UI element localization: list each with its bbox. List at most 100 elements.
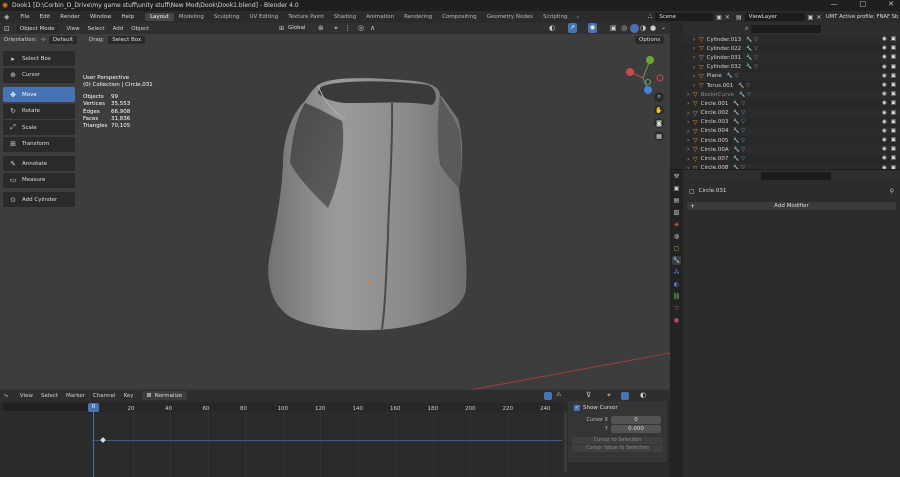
render-camera-icon[interactable]: ▣ <box>891 82 896 88</box>
visibility-eye-icon[interactable]: ◉ <box>882 110 887 116</box>
visibility-eye-icon[interactable]: ◉ <box>882 119 887 125</box>
properties-search-input[interactable] <box>761 171 831 180</box>
modifier-icon[interactable]: 🔧 ▽ <box>734 147 746 153</box>
show-cursor-checkbox[interactable]: ✓ <box>574 405 580 411</box>
tool-measure[interactable]: ▭ Measure <box>3 172 75 188</box>
outliner-row[interactable]: › ▽ Circle.003 🔧 ▽ ◉ ▣ <box>683 118 900 127</box>
render-tab-icon[interactable]: ▣ <box>672 184 681 193</box>
visibility-eye-icon[interactable]: ◉ <box>882 54 887 60</box>
modifier-icon[interactable]: 🔧 ▽ <box>739 92 751 98</box>
render-camera-icon[interactable]: ▣ <box>891 100 896 106</box>
outliner-row[interactable]: › ▽ Circle.005 🔧 ▽ ◉ ▣ <box>683 136 900 145</box>
camera-icon[interactable]: ◙ <box>654 118 664 128</box>
pan-hand-icon[interactable]: ✋ <box>654 105 664 115</box>
timeline-search-input[interactable] <box>3 403 91 411</box>
expand-arrow-icon[interactable]: › <box>687 128 689 135</box>
tab-modeling[interactable]: Modeling <box>174 13 209 21</box>
tab-animation[interactable]: Animation <box>361 13 399 21</box>
outliner-row[interactable]: › ▽ Circle.007 🔧 ▽ ◉ ▣ <box>683 154 900 163</box>
cursor-value-to-selection-button[interactable]: Cursor Value to Selection <box>572 445 663 452</box>
modifier-icon[interactable]: 🔧 ▽ <box>746 46 758 52</box>
outliner-row[interactable]: › ▽ Circle.008 🔧 ▽ ◉ ▣ <box>683 163 900 169</box>
tab-shading[interactable]: Shading <box>329 13 361 21</box>
visibility-eye-icon[interactable]: ◉ <box>882 45 887 51</box>
expand-arrow-icon[interactable]: › <box>693 82 695 89</box>
render-camera-icon[interactable]: ▣ <box>891 155 896 161</box>
new-scene-icon[interactable]: ▣ <box>716 14 722 21</box>
maximize-button[interactable]: □ <box>860 0 867 8</box>
visibility-eye-icon[interactable]: ◉ <box>882 137 887 143</box>
render-camera-icon[interactable]: ▣ <box>891 146 896 152</box>
scene-selector[interactable]: Scene <box>655 13 714 21</box>
vest-mesh[interactable] <box>268 78 467 331</box>
visibility-eye-icon[interactable]: ◉ <box>882 155 887 161</box>
render-camera-icon[interactable]: ▣ <box>891 165 896 169</box>
outliner-row[interactable]: › ▽ Circle.002 🔧 ▽ ◉ ▣ <box>683 108 900 118</box>
object-tab-icon[interactable]: ▢ <box>672 244 681 253</box>
modifier-icon[interactable]: 🔧 ▽ <box>733 101 745 107</box>
expand-arrow-icon[interactable]: › <box>693 45 695 52</box>
cursor-y-field[interactable]: 0.000 <box>611 425 661 433</box>
tab-sculpting[interactable]: Sculpting <box>209 13 245 21</box>
timeline-menu-select[interactable]: Select <box>37 393 62 399</box>
tool-rotate[interactable]: ↻ Rotate <box>3 103 75 119</box>
render-camera-icon[interactable]: ▣ <box>891 110 896 116</box>
expand-arrow-icon[interactable]: › <box>693 73 695 80</box>
expand-arrow-icon[interactable]: › <box>687 165 689 169</box>
tool-add-cylinder[interactable]: ⊙ Add Cylinder <box>3 192 75 207</box>
view-layer-selector[interactable]: ViewLayer <box>744 13 805 21</box>
outliner-row[interactable]: › ▽ Plane 🔧 ▽ ◉ ▣ <box>683 71 900 81</box>
constraints-tab-icon[interactable]: ⛓ <box>672 292 681 301</box>
tab-compositing[interactable]: Compositing <box>437 13 481 21</box>
visibility-eye-icon[interactable]: ◉ <box>882 128 887 134</box>
tab-texture-paint[interactable]: Texture Paint <box>283 13 329 21</box>
menu-window[interactable]: Window <box>85 14 117 20</box>
expand-arrow-icon[interactable]: › <box>693 64 695 71</box>
modifier-icon[interactable]: 🔧 ▽ <box>738 83 750 89</box>
outliner-search-input[interactable] <box>751 25 822 33</box>
visibility-eye-icon[interactable]: ◉ <box>882 91 887 97</box>
expand-arrow-icon[interactable]: › <box>687 119 689 126</box>
blender-menu-icon[interactable]: ◈ <box>4 13 9 21</box>
modifier-icon[interactable]: 🔧 ▽ <box>733 128 745 134</box>
tool-cursor[interactable]: ⊕ Cursor <box>3 67 75 83</box>
outliner-row[interactable]: › ▽ Cylinder.013 🔧 ▽ ◉ ▣ <box>683 35 900 45</box>
render-camera-icon[interactable]: ▣ <box>891 128 896 134</box>
tool-scale[interactable]: ⤢ Scale <box>3 120 75 135</box>
world-tab-icon[interactable]: ◍ <box>672 232 681 241</box>
visibility-eye-icon[interactable]: ◉ <box>882 146 887 152</box>
menu-help[interactable]: Help <box>117 14 140 20</box>
timeline-options-icon[interactable]: ◐ <box>640 391 646 399</box>
menu-edit[interactable]: Edit <box>35 14 56 20</box>
physics-tab-icon[interactable]: ◐ <box>672 280 681 289</box>
pin-icon[interactable]: ⚲ <box>890 188 894 195</box>
expand-arrow-icon[interactable]: › <box>687 137 689 144</box>
tab-scripting[interactable]: Scripting <box>538 13 572 21</box>
view-layer-tab-icon[interactable]: ▧ <box>672 208 681 217</box>
tool-annotate[interactable]: ✎ Annotate <box>3 156 75 171</box>
visibility-eye-icon[interactable]: ◉ <box>882 64 887 70</box>
filter-selected-icon[interactable] <box>544 392 552 400</box>
output-tab-icon[interactable]: ▤ <box>672 196 681 205</box>
expand-arrow-icon[interactable]: › <box>687 91 689 98</box>
render-camera-icon[interactable]: ▣ <box>891 36 896 42</box>
filter-icon-timeline[interactable]: ⊽ <box>586 391 591 399</box>
timeline-editor-icon[interactable]: ⤷ <box>4 391 8 400</box>
expand-arrow-icon[interactable]: › <box>687 156 689 163</box>
modifier-icon[interactable]: 🔧 ▽ <box>733 119 745 125</box>
menu-render[interactable]: Render <box>55 14 85 20</box>
expand-arrow-icon[interactable]: › <box>687 100 689 107</box>
timeline-menu-view[interactable]: View <box>16 393 37 399</box>
modifier-icon[interactable]: 🔧 ▽ <box>733 165 745 169</box>
gizmo-y-axis[interactable] <box>646 56 654 64</box>
modifier-icon[interactable]: 🔧 ▽ <box>727 73 739 79</box>
visibility-eye-icon[interactable]: ◉ <box>882 165 887 169</box>
proportional-icon[interactable] <box>621 392 629 400</box>
render-camera-icon[interactable]: ▣ <box>891 64 896 70</box>
gizmo-z-axis[interactable] <box>644 86 652 94</box>
render-camera-icon[interactable]: ▣ <box>891 137 896 143</box>
tab-geometry-nodes[interactable]: Geometry Nodes <box>482 13 538 21</box>
outliner-row[interactable]: › ▽ Cylinder.032 🔧 ▽ ◉ ▣ <box>683 63 900 72</box>
snapping-icon[interactable]: ⌖ <box>607 391 611 400</box>
outliner-row[interactable]: › ▽ Torus.001 🔧 ▽ ◉ ▣ <box>683 81 900 90</box>
